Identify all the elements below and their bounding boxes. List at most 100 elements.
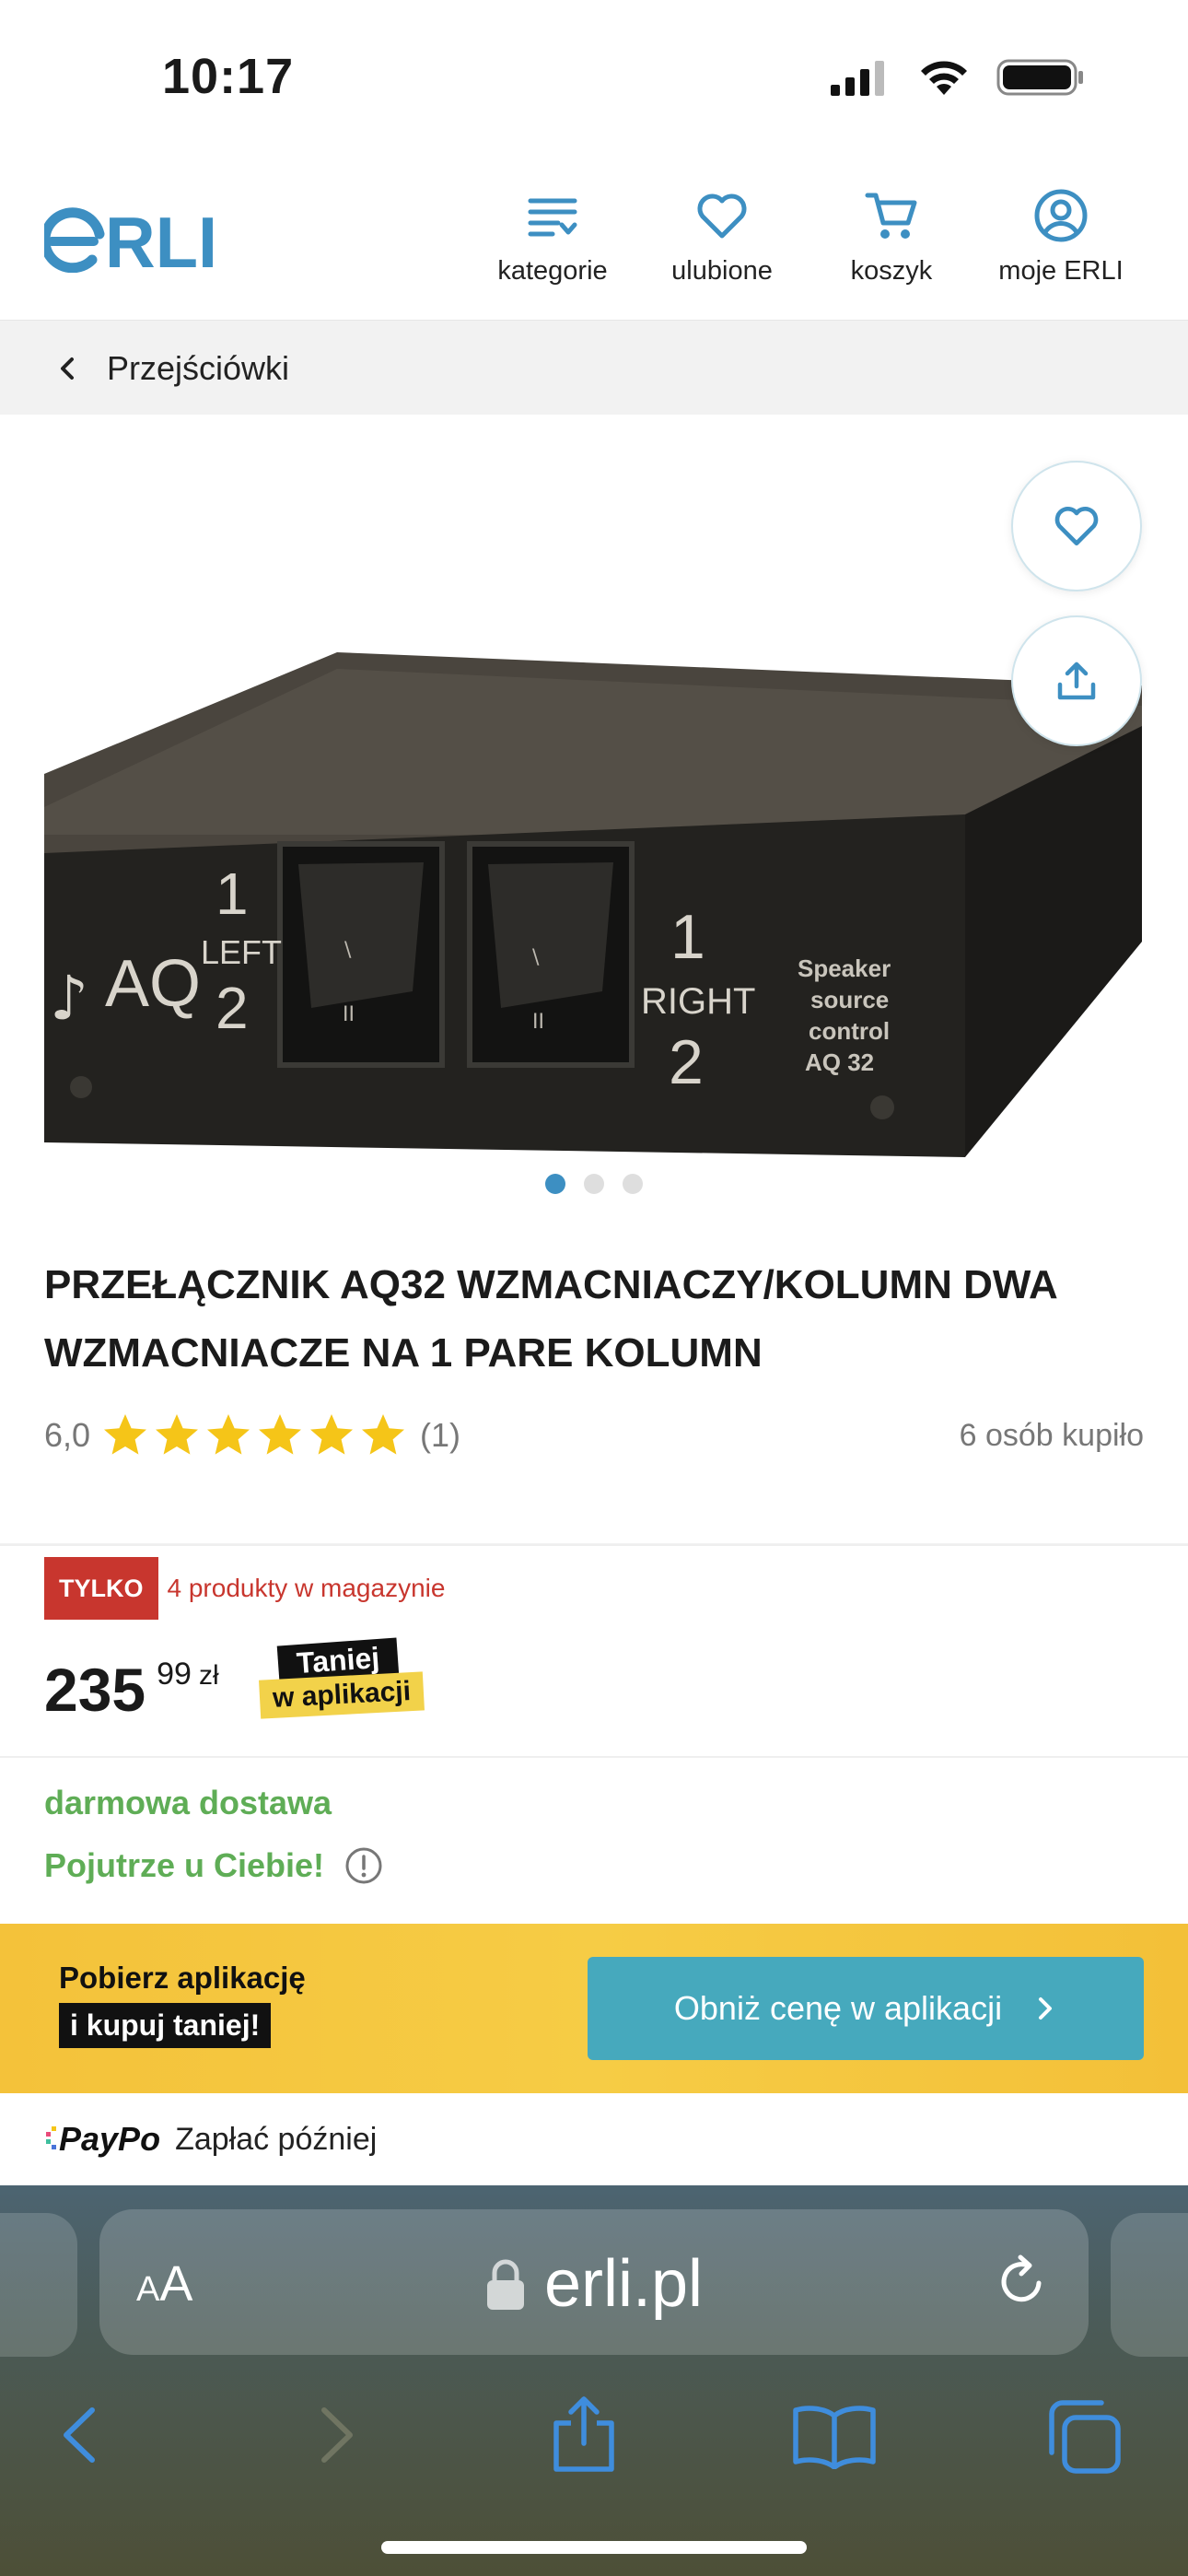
share-icon: [1057, 662, 1096, 700]
free-delivery: darmowa dostawa: [44, 1784, 332, 1821]
tabs-icon[interactable]: [1044, 2397, 1124, 2476]
wifi-icon: [921, 61, 967, 95]
rating-score: 6,0: [44, 1416, 91, 1454]
price: 235 99 zł: [44, 1653, 219, 1727]
reload-icon[interactable]: [993, 2252, 1052, 2311]
breadcrumb-label: Przejściówki: [107, 349, 290, 387]
pagination-dot[interactable]: [584, 1174, 604, 1194]
nav-label: moje ERLI: [998, 256, 1124, 286]
nav-moje-erli[interactable]: moje ERLI: [976, 188, 1146, 287]
image-side-line4: AQ 32: [805, 1048, 874, 1076]
address-bar[interactable]: AA erli.pl: [99, 2209, 1089, 2355]
page: 10:17 RLI kategorie ulubione koszyk moje…: [0, 0, 1188, 2576]
favorite-button[interactable]: [1011, 461, 1142, 591]
app-price-button-label: Obniż cenę w aplikacji: [673, 1989, 1003, 2027]
heart-icon: [697, 193, 747, 239]
stock-text: 4 produkty w magazynie: [167, 1574, 446, 1602]
image-pagination: [0, 1174, 1188, 1194]
buyers-count: 6 osób kupiło: [959, 1417, 1144, 1453]
browser-bottom-bar: AA erli.pl: [0, 2185, 1188, 2576]
erli-logo[interactable]: RLI: [40, 202, 221, 283]
status-icons: [829, 57, 1085, 98]
star-icon: [259, 1414, 302, 1455]
delivery-eta-text: Pojutrze u Ciebie!: [44, 1846, 325, 1884]
star-icon: [104, 1414, 147, 1455]
forward-icon[interactable]: [311, 2403, 361, 2467]
delivery-eta: Pojutrze u Ciebie!: [44, 1846, 383, 1885]
browser-toolbar: [0, 2366, 1188, 2495]
svg-text:II: II: [532, 1011, 544, 1034]
info-icon[interactable]: [344, 1846, 383, 1885]
star-icon: [156, 1414, 199, 1455]
heart-icon: [1054, 507, 1099, 545]
cart-icon: [865, 193, 917, 239]
nav-ulubione[interactable]: ulubione: [637, 188, 807, 287]
status-bar: 10:17: [0, 0, 1188, 157]
app-tag-bottom: w aplikacji: [259, 1671, 425, 1719]
image-left-2: 2: [215, 975, 249, 1041]
pagination-dot[interactable]: [623, 1174, 643, 1194]
image-left-1: 1: [215, 861, 249, 927]
banner-text: Pobierz aplikację i kupuj taniej!: [59, 1961, 306, 2048]
stock-badge: TYLKO: [44, 1557, 158, 1620]
star-icon: [310, 1414, 354, 1455]
share-icon[interactable]: [549, 2394, 619, 2473]
back-icon[interactable]: [55, 2403, 105, 2467]
nav-koszyk[interactable]: koszyk: [807, 188, 976, 287]
svg-text:\: \: [532, 946, 540, 969]
price-section: TYLKO 4 produkty w magazynie 235 99 zł T…: [0, 1544, 1188, 1756]
share-button[interactable]: [1011, 615, 1142, 746]
bookmarks-icon[interactable]: [790, 2403, 879, 2469]
image-aq-text: AQ: [105, 947, 201, 1021]
banner-line2: i kupuj taniej!: [59, 2003, 272, 2048]
image-right-1: 1: [670, 902, 705, 972]
app-price-tag: Taniej w aplikacji: [259, 1637, 425, 1719]
status-time: 10:17: [162, 49, 295, 104]
pagination-dot[interactable]: [545, 1174, 565, 1194]
nav-label: kategorie: [497, 256, 608, 286]
rating-count[interactable]: (1): [420, 1416, 460, 1455]
image-left-label: LEFT: [201, 933, 282, 971]
banner-line1: Pobierz aplikację: [59, 1961, 306, 1995]
product-title: PRZEŁĄCZNIK AQ32 WZMACNIACZY/KOLUMN DWA …: [44, 1262, 1057, 1376]
previous-tab[interactable]: [0, 2213, 77, 2357]
svg-text:♪: ♪: [50, 963, 88, 1034]
image-side-line3: control: [809, 1017, 890, 1045]
app-price-button[interactable]: Obniż cenę w aplikacji: [588, 1957, 1144, 2060]
image-side-line1: Speaker: [798, 954, 891, 982]
next-tab[interactable]: [1111, 2213, 1188, 2357]
rating-stars[interactable]: [101, 1411, 407, 1459]
categories-icon: [528, 198, 577, 237]
svg-text:RLI: RLI: [105, 206, 217, 273]
chevron-right-icon: [1039, 1997, 1053, 2020]
image-side-line2: source: [810, 986, 889, 1013]
url-display[interactable]: erli.pl: [99, 2246, 1089, 2327]
lock-icon: [486, 2259, 524, 2310]
battery-icon: [996, 59, 1083, 96]
star-icon: [207, 1414, 250, 1455]
site-header: RLI kategorie ulubione koszyk moje ERLI: [0, 157, 1188, 321]
main-nav: kategorie ulubione koszyk moje ERLI: [468, 188, 1146, 287]
rating-row: 6,0 (1) 6 osób kupiło: [44, 1399, 1144, 1472]
delivery-info: darmowa dostawa Pojutrze u Ciebie!: [0, 1756, 1188, 1924]
user-icon: [1034, 189, 1088, 242]
app-banner: Pobierz aplikację i kupuj taniej! Obniż …: [0, 1924, 1188, 2093]
chevron-left-icon: [61, 357, 74, 380]
paypo-dots-icon: [46, 2126, 56, 2149]
price-cents: 99: [157, 1657, 192, 1692]
nav-kategorie[interactable]: kategorie: [468, 188, 637, 287]
image-right-label: RIGHT: [641, 981, 755, 1022]
nav-label: ulubione: [671, 256, 773, 286]
price-currency: zł: [198, 1660, 219, 1691]
svg-text:II: II: [343, 1003, 355, 1026]
paypo-text: Zapłać później: [175, 2121, 378, 2157]
url-text: erli.pl: [543, 2247, 704, 2321]
paypo-logo: PayPo: [59, 2120, 161, 2158]
breadcrumb[interactable]: Przejściówki: [0, 322, 1188, 415]
svg-text:\: \: [344, 939, 352, 962]
price-main: 235: [44, 1656, 146, 1724]
paypo-row[interactable]: PayPo Zapłać później: [0, 2093, 1188, 2185]
star-icon: [362, 1414, 405, 1455]
home-indicator[interactable]: [381, 2541, 807, 2554]
stock-info: TYLKO 4 produkty w magazynie: [44, 1557, 445, 1620]
